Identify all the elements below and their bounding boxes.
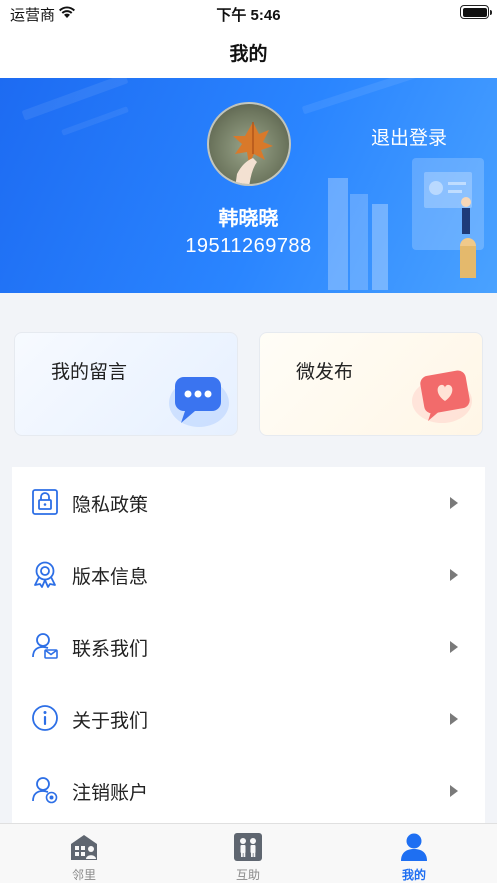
menu-item-contact-us[interactable]: 联系我们: [12, 611, 485, 683]
chat-bubble-icon: [169, 377, 229, 427]
page-title: 我的: [229, 44, 268, 65]
my-messages-card[interactable]: 我的留言: [14, 332, 238, 436]
chevron-right-icon: [450, 497, 458, 509]
person-icon: [401, 833, 427, 861]
tab-label: 互助: [235, 868, 260, 882]
contact-mail-icon: [32, 633, 58, 659]
profile-header: 韩晓晓 19511269788 退出登录: [0, 78, 497, 293]
chevron-right-icon: [450, 641, 458, 653]
avatar[interactable]: [207, 102, 291, 186]
chevron-right-icon: [450, 713, 458, 725]
info-icon: [32, 705, 58, 731]
dashboard-illustration: [328, 158, 484, 290]
tab-mine[interactable]: 我的: [354, 824, 474, 883]
menu-label: 关于我们: [72, 711, 149, 732]
lock-icon: [32, 489, 58, 515]
micro-publish-card[interactable]: 微发布: [259, 332, 483, 436]
badge-icon: [34, 561, 56, 588]
my-messages-label: 我的留言: [51, 362, 128, 383]
tab-label: 我的: [401, 868, 426, 882]
heart-bubble-icon: [412, 370, 472, 423]
status-time: 下午 5:46: [216, 7, 281, 24]
menu-item-version-info[interactable]: 版本信息: [12, 539, 485, 611]
nav-bar: 我的: [0, 26, 497, 78]
menu-label: 隐私政策: [72, 495, 149, 516]
menu-item-about-us[interactable]: 关于我们: [12, 683, 485, 755]
menu-label: 联系我们: [72, 639, 149, 660]
menu-item-privacy-policy[interactable]: 隐私政策: [12, 467, 485, 539]
micro-publish-label: 微发布: [296, 362, 354, 383]
tab-label: 邻里: [71, 868, 96, 882]
chevron-right-icon: [450, 785, 458, 797]
menu-item-delete-account[interactable]: 注销账户: [12, 755, 485, 827]
neighborhood-icon: [71, 835, 97, 860]
menu-label: 注销账户: [72, 783, 149, 804]
tab-bar: 邻里 互助 我的: [0, 823, 497, 883]
settings-menu: 隐私政策 版本信息 联系我们 关于我们 注销账户: [12, 467, 485, 827]
mutual-help-icon: [234, 833, 262, 861]
user-cancel-icon: [32, 777, 58, 804]
menu-label: 版本信息: [72, 567, 149, 588]
tab-neighborhood[interactable]: 邻里: [24, 824, 144, 883]
battery-icon: [460, 5, 492, 19]
tab-mutual-help[interactable]: 互助: [188, 824, 308, 883]
status-bar: 运营商 下午 5:46: [0, 0, 497, 26]
chevron-right-icon: [450, 569, 458, 581]
